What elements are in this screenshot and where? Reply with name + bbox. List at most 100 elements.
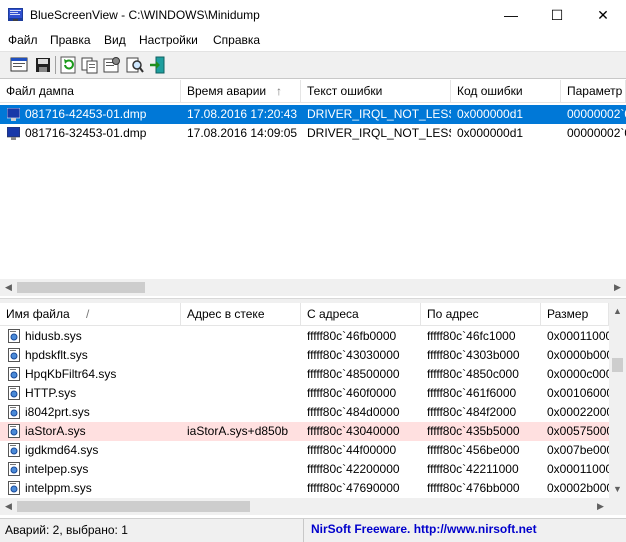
dump-row[interactable]: 081716-32453-01.dmp 17.08.2016 14:09:05 … xyxy=(0,124,626,143)
file-name-cell: HTTP.sys xyxy=(25,386,77,400)
column-from-address[interactable]: С адреса xyxy=(301,303,421,325)
find-icon[interactable] xyxy=(125,55,145,75)
from-address-cell: fffff80c`484d0000 xyxy=(307,405,400,419)
size-cell: 0x00011000 xyxy=(547,462,609,476)
to-address-cell: fffff80c`46fc1000 xyxy=(427,329,516,343)
driver-list: Имя файла / Адрес в стеке С адреса По ад… xyxy=(0,303,626,517)
scrollbar-thumb[interactable] xyxy=(17,282,145,293)
dump-list-hscrollbar[interactable]: ◀ ▶ xyxy=(0,279,626,296)
scroll-left-icon[interactable]: ◀ xyxy=(0,498,17,515)
stack-address-cell xyxy=(181,365,301,384)
app-icon xyxy=(8,8,23,21)
scrollbar-thumb[interactable] xyxy=(17,501,250,512)
dump-list-header: Файл дампа Время аварии ↑ Текст ошибки К… xyxy=(0,80,626,103)
to-address-cell: fffff80c`456be000 xyxy=(427,443,520,457)
to-address-cell: fffff80c`4303b000 xyxy=(427,348,520,362)
copy-icon[interactable] xyxy=(80,55,100,75)
from-address-cell: fffff80c`48500000 xyxy=(307,367,400,381)
file-name-cell: intelppm.sys xyxy=(25,481,92,495)
save-icon[interactable] xyxy=(33,55,53,75)
nirsoft-link[interactable]: NirSoft Freeware. http://www.nirsoft.net xyxy=(311,522,537,536)
crash-time-cell: 17.08.2016 17:20:43 xyxy=(187,107,298,121)
column-bug-check-code[interactable]: Код ошибки xyxy=(451,80,561,102)
menu-options[interactable]: Настройки xyxy=(139,33,198,47)
scroll-down-icon[interactable]: ▼ xyxy=(609,481,626,498)
size-cell: 0x00575000 xyxy=(547,424,609,438)
driver-list-hscrollbar[interactable]: ◀ ▶ xyxy=(0,498,609,515)
column-crash-time[interactable]: Время аварии ↑ xyxy=(181,80,301,102)
bug-check-string-cell: DRIVER_IRQL_NOT_LESS... xyxy=(307,126,451,140)
window-title: BlueScreenView - C:\WINDOWS\Minidump xyxy=(30,8,260,22)
driver-list-header: Имя файла / Адрес в стеке С адреса По ад… xyxy=(0,303,609,326)
scroll-right-icon[interactable]: ▶ xyxy=(609,279,626,296)
to-address-cell: fffff80c`484f2000 xyxy=(427,405,517,419)
column-dump-file[interactable]: Файл дампа xyxy=(0,80,181,102)
driver-row[interactable]: HTTP.sys fffff80c`460f0000 fffff80c`461f60… xyxy=(0,384,609,403)
driver-row[interactable]: intelppm.sys fffff80c`47690000 fffff80c`47… xyxy=(0,479,609,498)
column-parameter[interactable]: Параметр xyxy=(561,80,626,102)
refresh-icon[interactable] xyxy=(58,55,78,75)
menu-view[interactable]: Вид xyxy=(104,33,126,47)
file-name-cell: hidusb.sys xyxy=(25,329,82,343)
driver-row[interactable]: hidusb.sys fffff80c`46fb0000 fffff80c`46fc… xyxy=(0,327,609,346)
parameter-cell: 00000002`0 xyxy=(567,107,626,121)
status-bar: Аварий: 2, выбрано: 1 NirSoft Freeware. … xyxy=(0,518,626,542)
scroll-left-icon[interactable]: ◀ xyxy=(0,279,17,296)
column-file-name[interactable]: Имя файла / xyxy=(0,303,181,325)
bug-check-string-cell: DRIVER_IRQL_NOT_LESS... xyxy=(307,107,451,121)
column-stack-address[interactable]: Адрес в стеке xyxy=(181,303,301,325)
maximize-button[interactable]: ☐ xyxy=(534,0,580,30)
file-name-cell: intelpep.sys xyxy=(25,462,89,476)
driver-row[interactable]: intelpep.sys fffff80c`42200000 fffff80c`42… xyxy=(0,460,609,479)
column-crash-time-label: Время аварии xyxy=(187,84,267,98)
to-address-cell: fffff80c`42211000 xyxy=(427,462,519,476)
dump-row-selected[interactable]: 081716-42453-01.dmp 17.08.2016 17:20:43 … xyxy=(0,105,626,124)
maximize-icon: ☐ xyxy=(550,7,564,23)
to-address-cell: fffff80c`4850c000 xyxy=(427,367,519,381)
driver-list-vscrollbar[interactable]: ▲ ▼ xyxy=(609,303,626,498)
size-cell: 0x00011000 xyxy=(547,329,609,343)
from-address-cell: fffff80c`43030000 xyxy=(307,348,400,362)
from-address-cell: fffff80c`44f00000 xyxy=(307,443,397,457)
driver-row-highlighted[interactable]: iaStorA.sys iaStorA.sys+d850b fffff80c`430… xyxy=(0,422,609,441)
driver-row[interactable]: i8042prt.sys fffff80c`484d0000 fffff80c`48… xyxy=(0,403,609,422)
column-bug-check-string[interactable]: Текст ошибки xyxy=(301,80,451,102)
menu-help[interactable]: Справка xyxy=(213,33,260,47)
file-name-cell: i8042prt.sys xyxy=(25,405,90,419)
to-address-cell: fffff80c`461f6000 xyxy=(427,386,517,400)
title-bar: BlueScreenView - C:\WINDOWS\Minidump — ☐… xyxy=(0,0,626,30)
size-cell: 0x00022000 xyxy=(547,405,609,419)
status-count: Аварий: 2, выбрано: 1 xyxy=(5,523,128,537)
menu-edit[interactable]: Правка xyxy=(50,33,91,47)
sort-arrow-icon: ↑ xyxy=(276,84,282,98)
file-name-cell: hpdskflt.sys xyxy=(25,348,88,362)
exit-icon[interactable] xyxy=(148,55,168,75)
toolbar xyxy=(0,52,626,79)
sort-arrow-icon: / xyxy=(86,307,90,321)
scroll-right-icon[interactable]: ▶ xyxy=(592,498,609,515)
html-report-icon[interactable] xyxy=(9,55,29,75)
scrollbar-thumb[interactable] xyxy=(612,358,623,372)
minimize-button[interactable]: — xyxy=(488,0,534,30)
size-cell: 0x0002b000 xyxy=(547,481,609,495)
column-size[interactable]: Размер xyxy=(541,303,609,325)
driver-row[interactable]: HpqKbFiltr64.sys fffff80c`48500000 fffff80… xyxy=(0,365,609,384)
menu-file[interactable]: Файл xyxy=(8,33,38,47)
driver-row[interactable]: hpdskflt.sys fffff80c`43030000 fffff80c`43… xyxy=(0,346,609,365)
size-cell: 0x0000b000 xyxy=(547,348,609,362)
column-file-name-label: Имя файла xyxy=(6,307,70,321)
minimize-icon: — xyxy=(504,7,518,23)
driver-rows: hidusb.sys fffff80c`46fb0000 fffff80c`46fc… xyxy=(0,327,609,498)
scroll-up-icon[interactable]: ▲ xyxy=(609,303,626,320)
from-address-cell: fffff80c`42200000 xyxy=(307,462,400,476)
driver-row[interactable]: igdkmd64.sys fffff80c`44f00000 fffff80c`45… xyxy=(0,441,609,460)
to-address-cell: fffff80c`476bb000 xyxy=(427,481,520,495)
stack-address-cell xyxy=(181,403,301,422)
close-button[interactable]: ✕ xyxy=(580,0,626,30)
menu-bar: Файл Правка Вид Настройки Справка xyxy=(0,30,626,52)
file-name-cell: igdkmd64.sys xyxy=(25,443,99,457)
properties-icon[interactable] xyxy=(102,55,122,75)
column-to-address[interactable]: По адрес xyxy=(421,303,541,325)
stack-address-cell xyxy=(181,346,301,365)
stack-address-cell xyxy=(181,479,301,498)
